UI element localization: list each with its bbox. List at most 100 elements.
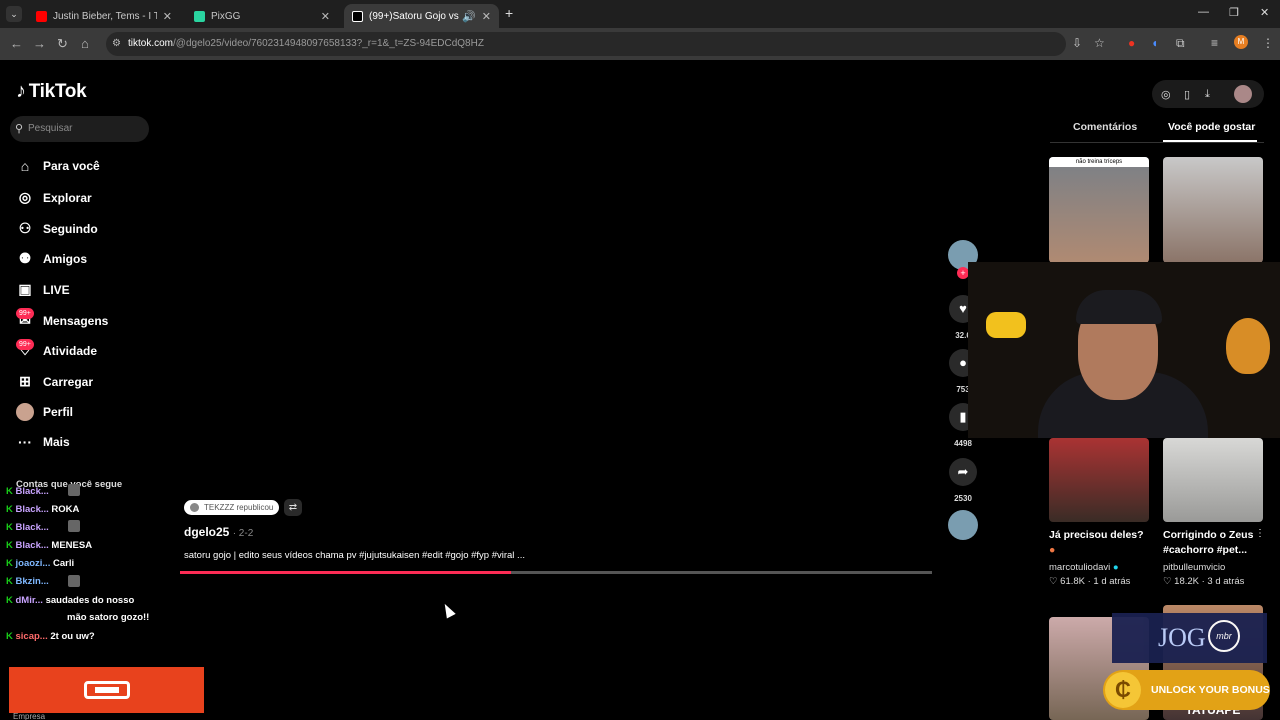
- kick-icon: K: [6, 595, 16, 606]
- chat-user: Black...: [15, 486, 49, 497]
- video-progress-bar[interactable]: [180, 571, 932, 574]
- video-caption[interactable]: satoru gojo | edito seus vídeos chama pv…: [184, 550, 525, 561]
- compass-icon[interactable]: ◎: [1161, 88, 1171, 101]
- search-placeholder: Pesquisar: [28, 123, 73, 134]
- nav-label: Para você: [43, 159, 100, 173]
- speaker-icon[interactable]: 🔊: [462, 10, 476, 23]
- forward-icon[interactable]: →: [33, 36, 46, 51]
- emote-icon: [68, 575, 80, 587]
- video-thumbnail[interactable]: [1163, 438, 1263, 522]
- emote-icon: [68, 520, 80, 532]
- home-icon: ⌂: [20, 158, 30, 174]
- more-options-icon[interactable]: ⋮: [1255, 528, 1265, 539]
- kick-icon: K: [6, 540, 16, 551]
- extensions-icon[interactable]: ⧉: [1176, 36, 1185, 51]
- tab-comentarios[interactable]: Comentários: [1073, 121, 1137, 133]
- browser-menu-icon[interactable]: ⋮: [1262, 36, 1274, 50]
- profile-avatar: [16, 403, 34, 421]
- sidebar-item-amigos[interactable]: ⚉ Amigos: [15, 250, 87, 267]
- close-icon[interactable]: ✕: [321, 10, 330, 23]
- sidebar-item-seguindo[interactable]: ⚇ Seguindo: [15, 220, 98, 237]
- profile-avatar[interactable]: M: [1234, 35, 1248, 49]
- tab-voce-pode-gostar[interactable]: Você pode gostar: [1168, 121, 1255, 133]
- mbr-badge: mbr: [1208, 620, 1240, 652]
- kick-icon: K: [6, 504, 16, 515]
- maximize-icon[interactable]: ❐: [1229, 6, 1239, 19]
- browser-tab-1[interactable]: Justin Bieber, Tems - I THINK YO ✕: [28, 4, 180, 28]
- media-control-icon[interactable]: ≡: [1211, 36, 1218, 50]
- reload-icon[interactable]: ↻: [57, 36, 68, 52]
- tab-search-icon[interactable]: ⌄: [6, 6, 22, 22]
- repost-icon[interactable]: ⇄: [284, 499, 302, 516]
- chat-user: Bkzin...: [15, 576, 49, 587]
- home-button-icon[interactable]: ⌂: [81, 36, 89, 51]
- minimize-icon[interactable]: —: [1198, 6, 1209, 18]
- sidebar-item-perfil[interactable]: Perfil: [15, 403, 73, 421]
- save-count: 4498: [954, 439, 972, 448]
- empresa-label: Empresa: [13, 712, 46, 720]
- rec-title[interactable]: Já precisou deles? ●: [1049, 528, 1149, 558]
- video-progress-fill: [180, 571, 511, 574]
- video-author[interactable]: dgelo25 · 2-2: [184, 525, 253, 539]
- close-icon[interactable]: ✕: [163, 10, 172, 23]
- rec-user[interactable]: marcotuliodavi ●: [1049, 562, 1119, 573]
- sidebar-item-explorar[interactable]: ◎ Explorar: [15, 189, 92, 206]
- video-thumbnail[interactable]: [1049, 438, 1149, 522]
- screen: { "browser": { "tabs": [ {"title": "Just…: [0, 0, 1280, 720]
- url-field[interactable]: ⚙ tiktok.com/@dgelo25/video/760231494809…: [106, 32, 1066, 56]
- lamp-left: [986, 312, 1026, 338]
- chat-line: mão satoro gozo!!: [67, 612, 149, 623]
- share-button[interactable]: ➦: [949, 458, 977, 486]
- rec-title-text: Corrigindo o Zeus #cachorro #pet...: [1163, 529, 1254, 556]
- rec-title[interactable]: Corrigindo o Zeus #cachorro #pet...: [1163, 528, 1263, 558]
- phone-icon[interactable]: ▯: [1184, 88, 1190, 101]
- user-avatar[interactable]: [1234, 85, 1252, 103]
- rec-user[interactable]: pitbulleumvicio: [1163, 562, 1225, 573]
- author-name: dgelo25: [184, 525, 230, 539]
- nav-label: Mais: [43, 435, 70, 449]
- rec-user-text: marcotuliodavi: [1049, 562, 1111, 573]
- tab-divider: [1050, 142, 1264, 143]
- sponsor-text: JOG: [1158, 623, 1206, 652]
- repost-tag[interactable]: TEKZZZ republicou: [184, 500, 280, 515]
- extension-red-icon[interactable]: ●: [1128, 36, 1135, 50]
- close-window-icon[interactable]: ✕: [1260, 6, 1269, 19]
- bookmark-icon: ▮: [959, 409, 967, 424]
- lamp-right: [1226, 318, 1270, 374]
- nav-label: LIVE: [43, 282, 70, 297]
- sidebar-item-para-voce[interactable]: ⌂ Para você: [15, 158, 100, 174]
- active-tab-underline: [1163, 140, 1257, 142]
- sidebar-item-live[interactable]: ▣ LIVE: [15, 281, 70, 298]
- download-icon[interactable]: ⤓: [1205, 88, 1210, 101]
- sound-avatar[interactable]: [948, 510, 978, 540]
- live-icon: ▣: [18, 281, 32, 297]
- search-input[interactable]: ⚲ Pesquisar: [10, 116, 149, 142]
- pixgg-icon: [194, 10, 205, 22]
- url-host: tiktok.com: [128, 38, 174, 49]
- chat-user: Black...: [15, 522, 49, 533]
- messages-badge: 99+: [16, 308, 34, 319]
- close-icon[interactable]: ✕: [482, 10, 491, 23]
- tiktok-logo[interactable]: ♪ TikTok: [16, 80, 87, 103]
- chat-message: Carli: [52, 558, 75, 569]
- video-thumbnail[interactable]: não treina tríceps: [1049, 157, 1149, 263]
- bonus-banner: ₵ UNLOCK YOUR BONUS: [1103, 670, 1270, 710]
- rec-title-text: Já precisou deles?: [1049, 529, 1144, 541]
- back-icon[interactable]: ←: [10, 36, 23, 51]
- rec-stats: ♡ 61.8K · 1 d atrás: [1049, 576, 1130, 587]
- extension-audio-icon[interactable]: ◖: [1151, 36, 1158, 50]
- video-thumbnail[interactable]: [1163, 157, 1263, 263]
- rec-stats: ♡ 18.2K · 3 d atrás: [1163, 576, 1244, 587]
- chat-message: MENESA: [51, 540, 93, 551]
- browser-tab-2[interactable]: PixGG ✕: [186, 4, 338, 28]
- share-icon: ➦: [957, 464, 969, 479]
- new-tab-icon[interactable]: +: [505, 5, 513, 21]
- install-app-icon[interactable]: ⇩: [1072, 36, 1082, 50]
- sidebar-item-mais[interactable]: ··· Mais: [15, 434, 70, 450]
- browser-tab-3[interactable]: (99+)Satoru Gojo vs Sukuna 🔊 ✕: [344, 4, 499, 28]
- site-info-icon[interactable]: ⚙: [112, 32, 121, 56]
- sidebar-item-carregar[interactable]: ⊞ Carregar: [15, 373, 93, 390]
- tiktok-note-icon: ♪: [16, 80, 26, 102]
- nav-label: Perfil: [43, 405, 74, 419]
- bookmark-star-icon[interactable]: ☆: [1094, 36, 1105, 50]
